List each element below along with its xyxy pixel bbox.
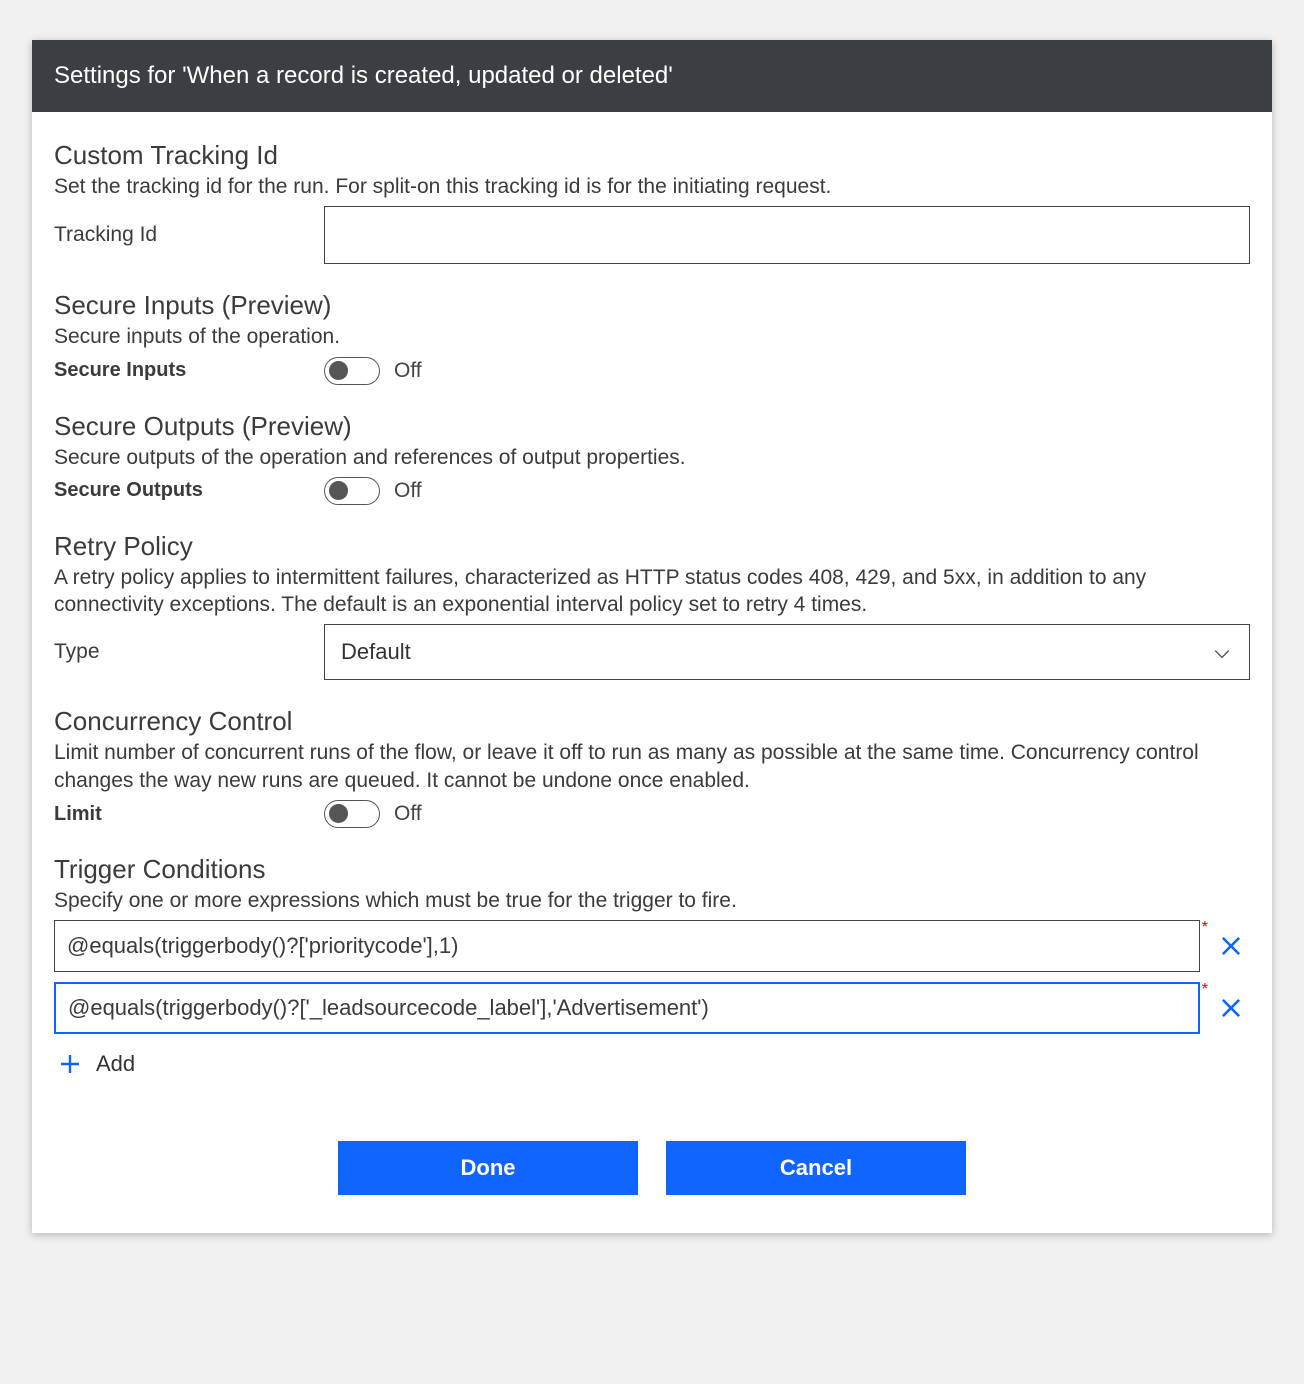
section-title: Secure Inputs (Preview) bbox=[54, 290, 1250, 321]
section-retry-policy: Retry Policy A retry policy applies to i… bbox=[54, 531, 1250, 681]
concurrency-limit-toggle[interactable] bbox=[324, 800, 380, 828]
retry-type-select[interactable]: Default bbox=[324, 624, 1250, 680]
section-secure-inputs: Secure Inputs (Preview) Secure inputs of… bbox=[54, 290, 1250, 384]
secure-outputs-toggle[interactable] bbox=[324, 477, 380, 505]
retry-type-value: Default bbox=[341, 639, 411, 665]
concurrency-limit-label: Limit bbox=[54, 803, 324, 826]
add-condition-button[interactable]: Add bbox=[54, 1048, 135, 1080]
section-trigger-conditions: Trigger Conditions Specify one or more e… bbox=[54, 854, 1250, 1081]
section-desc: Limit number of concurrent runs of the f… bbox=[54, 739, 1250, 794]
retry-type-label: Type bbox=[54, 640, 324, 664]
section-desc: Set the tracking id for the run. For spl… bbox=[54, 173, 1250, 200]
section-title: Concurrency Control bbox=[54, 706, 1250, 737]
section-desc: Secure outputs of the operation and refe… bbox=[54, 444, 1250, 471]
done-button[interactable]: Done bbox=[338, 1141, 638, 1195]
section-desc: A retry policy applies to intermittent f… bbox=[54, 564, 1250, 619]
toggle-knob-icon bbox=[329, 361, 348, 380]
plus-icon bbox=[54, 1048, 86, 1080]
tracking-id-input[interactable] bbox=[324, 206, 1250, 264]
secure-inputs-toggle[interactable] bbox=[324, 357, 380, 385]
trigger-condition-row: * bbox=[54, 982, 1250, 1034]
section-title: Secure Outputs (Preview) bbox=[54, 411, 1250, 442]
secure-outputs-toggle-state: Off bbox=[394, 479, 422, 503]
secure-inputs-toggle-state: Off bbox=[394, 359, 422, 383]
required-asterisk-icon: * bbox=[1202, 982, 1208, 998]
section-concurrency-control: Concurrency Control Limit number of conc… bbox=[54, 706, 1250, 828]
toggle-knob-icon bbox=[329, 804, 348, 823]
section-title: Custom Tracking Id bbox=[54, 140, 1250, 171]
section-title: Retry Policy bbox=[54, 531, 1250, 562]
required-asterisk-icon: * bbox=[1202, 920, 1208, 936]
section-custom-tracking-id: Custom Tracking Id Set the tracking id f… bbox=[54, 140, 1250, 264]
dialog-footer: Done Cancel bbox=[54, 1141, 1250, 1195]
delete-condition-button[interactable] bbox=[1212, 927, 1250, 965]
secure-inputs-toggle-label: Secure Inputs bbox=[54, 359, 324, 382]
dialog-body: Custom Tracking Id Set the tracking id f… bbox=[32, 112, 1272, 1233]
delete-condition-button[interactable] bbox=[1212, 989, 1250, 1027]
concurrency-limit-state: Off bbox=[394, 802, 422, 826]
settings-dialog: Settings for 'When a record is created, … bbox=[32, 40, 1272, 1233]
cancel-button[interactable]: Cancel bbox=[666, 1141, 966, 1195]
add-condition-label: Add bbox=[96, 1051, 135, 1077]
close-icon bbox=[1218, 933, 1244, 959]
dialog-title: Settings for 'When a record is created, … bbox=[32, 40, 1272, 112]
section-desc: Secure inputs of the operation. bbox=[54, 323, 1250, 350]
chevron-down-icon bbox=[1213, 643, 1231, 661]
section-secure-outputs: Secure Outputs (Preview) Secure outputs … bbox=[54, 411, 1250, 505]
secure-outputs-toggle-label: Secure Outputs bbox=[54, 479, 324, 502]
section-title: Trigger Conditions bbox=[54, 854, 1250, 885]
trigger-condition-input[interactable] bbox=[54, 982, 1200, 1034]
toggle-knob-icon bbox=[329, 481, 348, 500]
close-icon bbox=[1218, 995, 1244, 1021]
trigger-condition-input[interactable] bbox=[54, 920, 1200, 972]
trigger-condition-row: * bbox=[54, 920, 1250, 972]
section-desc: Specify one or more expressions which mu… bbox=[54, 887, 1250, 914]
tracking-id-label: Tracking Id bbox=[54, 223, 324, 247]
